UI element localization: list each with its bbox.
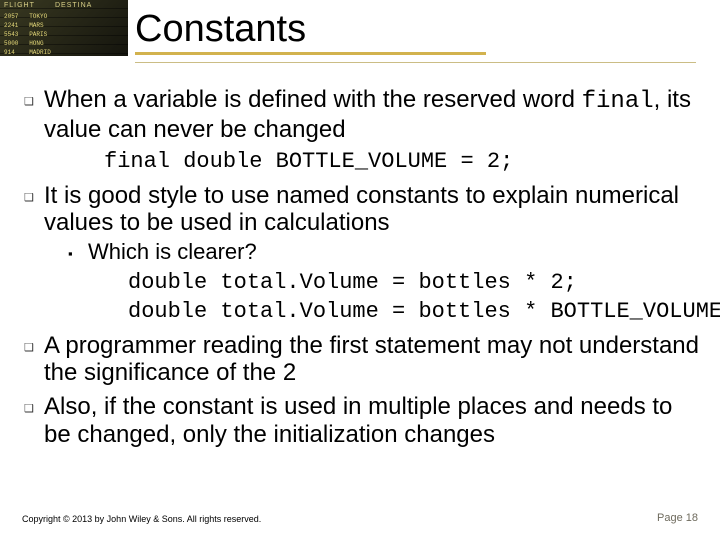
code-line-a-text: double total.Volume = bottles * 2; — [128, 269, 700, 297]
bullet-1-text-a: When a variable is defined with the rese… — [44, 86, 582, 113]
code-line-b: double total.Volume = bottles * BOTTLE_V… — [128, 298, 700, 326]
bullet-2: ❑ It is good style to use named constant… — [24, 182, 700, 237]
bullet-3: ❑ A programmer reading the first stateme… — [24, 332, 700, 387]
bullet-1-text: When a variable is defined with the rese… — [44, 86, 700, 143]
bullet-1-code: final — [582, 88, 654, 115]
sub-bullet-1: ▪ Which is clearer? — [68, 239, 700, 267]
bullet-icon: ❑ — [24, 86, 44, 143]
title-underline — [135, 62, 696, 63]
bullet-4-text: Also, if the constant is used in multipl… — [44, 393, 700, 448]
header: FLIGHT DESTINA 2057 TOKYO 2241 MARS 5543… — [0, 0, 720, 78]
sub-bullet-icon: ▪ — [68, 239, 88, 267]
board-col-dest: DESTINA — [55, 2, 92, 9]
bullet-4: ❑ Also, if the constant is used in multi… — [24, 393, 700, 448]
slide-title: Constants — [135, 10, 486, 55]
code-line-1: final double BOTTLE_VOLUME = 2; — [104, 149, 700, 175]
content-area: ❑ When a variable is defined with the re… — [0, 78, 720, 448]
departure-board-image: FLIGHT DESTINA 2057 TOKYO 2241 MARS 5543… — [0, 0, 128, 56]
board-rows: 2057 TOKYO 2241 MARS 5543 PARIS 5000 HON… — [4, 12, 51, 56]
page-number: Page 18 — [657, 512, 698, 524]
sub-bullet-1-text: Which is clearer? — [88, 239, 257, 267]
code-line-b-text: double total.Volume = bottles * BOTTLE_V… — [128, 298, 700, 326]
code-line-1-text: final double BOTTLE_VOLUME = 2; — [104, 149, 513, 175]
bullet-2-text: It is good style to use named constants … — [44, 182, 700, 237]
bullet-icon: ❑ — [24, 182, 44, 237]
bullet-icon: ❑ — [24, 393, 44, 448]
slide: FLIGHT DESTINA 2057 TOKYO 2241 MARS 5543… — [0, 0, 720, 540]
code-line-a: double total.Volume = bottles * 2; — [128, 269, 700, 297]
board-col-flight: FLIGHT — [4, 2, 35, 9]
bullet-1: ❑ When a variable is defined with the re… — [24, 86, 700, 143]
bullet-icon: ❑ — [24, 332, 44, 387]
bullet-3-text: A programmer reading the first statement… — [44, 332, 700, 387]
copyright-footer: Copyright © 2013 by John Wiley & Sons. A… — [22, 514, 261, 524]
